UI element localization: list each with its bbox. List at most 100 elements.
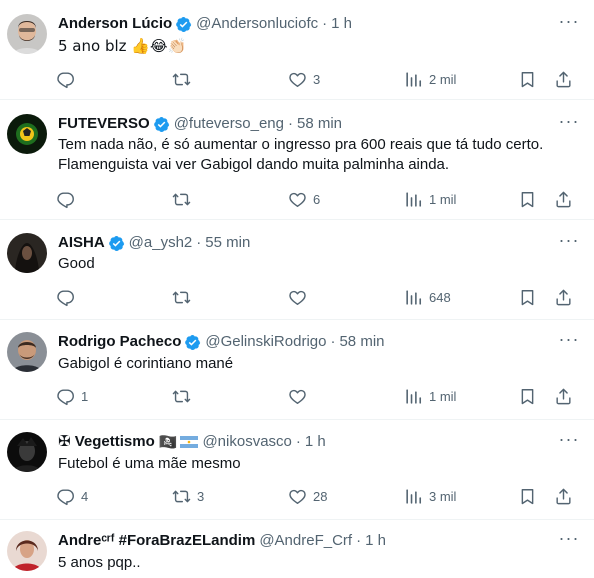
- like-button[interactable]: 3: [288, 67, 320, 91]
- retweet-icon: [172, 288, 191, 307]
- retweet-button[interactable]: [172, 384, 197, 408]
- bookmark-button[interactable]: [518, 187, 537, 211]
- bookmark-icon: [518, 190, 537, 209]
- tweet[interactable]: FUTEVERSO @futeverso_eng · 58 min ··· Te…: [0, 101, 594, 220]
- views-button[interactable]: 1 mil: [404, 187, 456, 211]
- share-button[interactable]: [554, 285, 573, 309]
- tweet-header: ✠ Vegettismo 🏴‍☠️ @nikosvasco · 1 h: [58, 432, 554, 452]
- tweet-header: Anderson Lúcio @Andersonluciofc · 1 h: [58, 14, 554, 34]
- bookmark-button[interactable]: [518, 484, 537, 508]
- bookmark-icon: [518, 288, 537, 307]
- retweet-button[interactable]: [172, 67, 197, 91]
- author-name[interactable]: Andreᶜʳᶠ #ForaBrazELandim: [58, 531, 255, 551]
- reply-icon: [56, 387, 75, 406]
- tweet-header: AISHA @a_ysh2 · 55 min: [58, 233, 554, 253]
- more-options-icon[interactable]: ···: [558, 12, 580, 34]
- views-icon: [404, 190, 423, 209]
- like-button[interactable]: 6: [288, 187, 320, 211]
- more-options-icon[interactable]: ···: [558, 112, 580, 134]
- timestamp[interactable]: 55 min: [205, 233, 250, 253]
- author-handle[interactable]: @a_ysh2: [129, 233, 193, 253]
- share-icon: [554, 70, 573, 89]
- like-button[interactable]: 28: [288, 484, 327, 508]
- views-icon: [404, 288, 423, 307]
- reply-button[interactable]: 1: [56, 384, 88, 408]
- tweet-text: Good: [58, 255, 95, 272]
- tweet[interactable]: Andreᶜʳᶠ #ForaBrazELandim @AndreF_Crf · …: [0, 521, 594, 578]
- bookmark-icon: [518, 487, 537, 506]
- more-options-icon[interactable]: ···: [558, 330, 580, 352]
- share-button[interactable]: [554, 384, 573, 408]
- tweet-text: 5 anos pqp..: [58, 554, 141, 571]
- more-options-icon[interactable]: ···: [558, 529, 580, 551]
- author-name[interactable]: ✠ Vegettismo: [58, 432, 155, 452]
- reply-count: 4: [81, 488, 89, 504]
- retweet-icon: [172, 190, 191, 209]
- bookmark-button[interactable]: [518, 285, 537, 309]
- tweet[interactable]: ✠ Vegettismo 🏴‍☠️ @nikosvasco · 1 h ··· …: [0, 421, 594, 520]
- avatar[interactable]: [7, 332, 47, 372]
- reply-button[interactable]: [56, 67, 81, 91]
- retweet-count: 3: [197, 488, 205, 504]
- share-button[interactable]: [554, 187, 573, 211]
- like-button[interactable]: [288, 285, 313, 309]
- like-button[interactable]: [288, 384, 313, 408]
- author-handle[interactable]: @AndreF_Crf: [259, 531, 352, 551]
- share-icon: [554, 190, 573, 209]
- author-name[interactable]: Rodrigo Pacheco: [58, 332, 181, 352]
- retweet-button[interactable]: [172, 187, 197, 211]
- tweet-header: Rodrigo Pacheco @GelinskiRodrigo · 58 mi…: [58, 332, 554, 352]
- reply-icon: [56, 190, 75, 209]
- avatar[interactable]: [7, 14, 47, 54]
- avatar[interactable]: [7, 432, 47, 472]
- retweet-button[interactable]: [172, 285, 197, 309]
- timestamp[interactable]: 58 min: [297, 114, 342, 134]
- like-count: 6: [313, 191, 321, 207]
- timestamp[interactable]: 1 h: [331, 14, 352, 34]
- share-button[interactable]: [554, 67, 573, 91]
- timestamp[interactable]: 1 h: [365, 531, 386, 551]
- tweet[interactable]: AISHA @a_ysh2 · 55 min ··· Good 648: [0, 221, 594, 320]
- reply-button[interactable]: 4: [56, 484, 88, 508]
- reply-icon: [56, 288, 75, 307]
- bookmark-button[interactable]: [518, 384, 537, 408]
- share-button[interactable]: [554, 484, 573, 508]
- tweet[interactable]: Anderson Lúcio @Andersonluciofc · 1 h ··…: [0, 0, 594, 100]
- views-button[interactable]: 3 mil: [404, 484, 456, 508]
- author-name[interactable]: Anderson Lúcio: [58, 14, 172, 34]
- bookmark-button[interactable]: [518, 67, 537, 91]
- author-handle[interactable]: @Andersonluciofc: [196, 14, 318, 34]
- avatar[interactable]: [7, 233, 47, 273]
- like-count: 3: [313, 71, 321, 87]
- bookmark-icon: [518, 70, 537, 89]
- reply-button[interactable]: [56, 187, 81, 211]
- author-name[interactable]: FUTEVERSO: [58, 114, 150, 134]
- views-button[interactable]: 1 mil: [404, 384, 456, 408]
- author-handle[interactable]: @GelinskiRodrigo: [205, 332, 326, 352]
- tweet-header: Andreᶜʳᶠ #ForaBrazELandim @AndreF_Crf · …: [58, 531, 554, 551]
- tweet-actions: 648: [50, 285, 580, 309]
- retweet-button[interactable]: 3: [172, 484, 204, 508]
- timestamp[interactable]: 58 min: [339, 332, 384, 352]
- views-icon: [404, 387, 423, 406]
- view-count: 3 mil: [429, 488, 457, 504]
- author-name[interactable]: AISHA: [58, 233, 105, 253]
- separator-dot: ·: [330, 333, 336, 350]
- more-options-icon[interactable]: ···: [558, 231, 580, 253]
- verified-badge-icon: [108, 235, 125, 252]
- author-handle[interactable]: @nikosvasco: [202, 432, 291, 452]
- timestamp[interactable]: 1 h: [305, 432, 326, 452]
- author-handle[interactable]: @futeverso_eng: [174, 114, 284, 134]
- views-button[interactable]: 2 mil: [404, 67, 456, 91]
- views-button[interactable]: 648: [404, 285, 451, 309]
- avatar[interactable]: [7, 531, 47, 571]
- like-count: 28: [313, 488, 328, 504]
- more-options-icon[interactable]: ···: [558, 430, 580, 452]
- avatar[interactable]: [7, 114, 47, 154]
- heart-icon: [288, 487, 307, 506]
- verified-badge-icon: [153, 116, 170, 133]
- separator-dot: ·: [322, 15, 328, 32]
- verified-badge-icon: [184, 334, 201, 351]
- tweet[interactable]: Rodrigo Pacheco @GelinskiRodrigo · 58 mi…: [0, 321, 594, 420]
- reply-button[interactable]: [56, 285, 81, 309]
